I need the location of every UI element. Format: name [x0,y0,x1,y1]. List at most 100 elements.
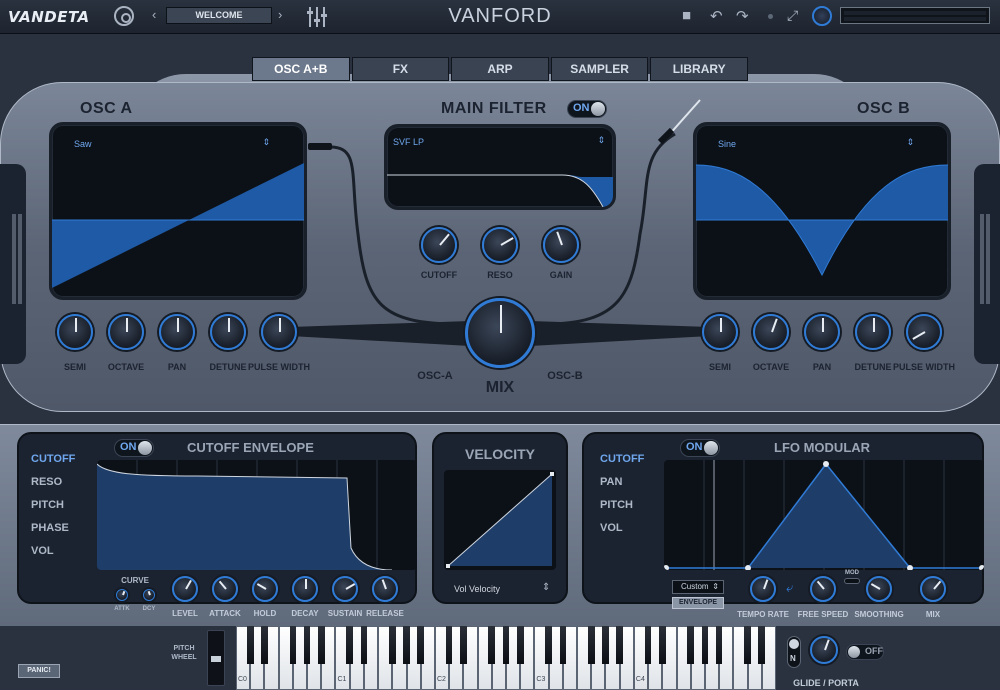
black-key[interactable] [403,626,410,664]
lfo-target-pitch[interactable]: PITCH [600,499,644,522]
mix-knob[interactable] [465,298,535,368]
black-key[interactable] [445,626,453,664]
black-key[interactable] [346,626,353,664]
black-key[interactable] [715,626,723,664]
black-key[interactable] [644,626,652,664]
octave-label: C4 [635,676,645,683]
envelope-toggle[interactable]: ON [114,439,154,457]
osc-b-octave-label: OCTAVE [752,362,790,372]
osc-b-semi-knob[interactable] [702,314,738,350]
mixer-icon[interactable] [307,7,327,27]
app-title: VANFORD [448,5,552,27]
env-target-cutoff[interactable]: CUTOFF [31,453,75,476]
osc-b-semi-label: SEMI [708,362,731,372]
osc-b-pulse-width-label: PULSE WIDTH [893,362,955,372]
velocity-select[interactable]: Vol Velocity [454,584,500,594]
osc-a-detune-knob[interactable] [210,314,246,350]
curve-attack-label: ATTK [114,606,130,612]
black-key[interactable] [417,626,425,664]
lfo-smoothing-knob[interactable] [866,576,892,602]
osc-a-octave-label: OCTAVE [107,362,145,372]
black-key[interactable] [389,626,396,664]
env-target-phase[interactable]: PHASE [31,522,75,545]
black-key[interactable] [246,626,254,664]
black-key[interactable] [317,626,325,664]
lfo-tempo-rate-knob[interactable] [750,576,776,602]
black-key[interactable] [744,626,751,664]
prev-preset-button[interactable]: ‹ [152,7,156,22]
env-release-knob[interactable] [372,576,398,602]
redo-icon[interactable]: ↷ [736,7,749,25]
file-icon[interactable]: ■ [682,7,691,24]
next-preset-button[interactable]: › [278,7,282,22]
env-decay-label: DECAY [291,609,319,618]
curve-attack-knob[interactable] [116,589,128,601]
osc-a-octave-knob[interactable] [108,314,144,350]
gear-icon[interactable] [114,6,134,26]
mono-poly-switch[interactable]: N [787,636,801,668]
osc-b-pan-knob[interactable] [804,314,840,350]
env-hold-knob[interactable] [252,576,278,602]
black-key[interactable] [659,626,666,664]
black-key[interactable] [758,626,766,664]
osc-a-pan-knob[interactable] [159,314,195,350]
black-key[interactable] [559,626,567,664]
undo-icon[interactable]: ↶ [710,7,723,25]
osc-a-pulse-width-knob[interactable] [261,314,297,350]
lfo-target-vol[interactable]: VOL [600,522,644,545]
cutoff-envelope-panel: CUTOFF RESO PITCH PHASE VOL ON CUTOFF EN… [17,432,417,618]
osc-b-detune-knob[interactable] [855,314,891,350]
black-key[interactable] [701,626,709,664]
black-key[interactable] [289,626,297,664]
env-level-knob[interactable] [172,576,198,602]
lfo-shape-chevron-icon: ⇕ [712,582,719,591]
osc-a-semi-knob[interactable] [57,314,93,350]
lfo-shape-select[interactable]: Custom ⇕ [672,580,724,594]
osc-b-pulse-width-knob[interactable] [906,314,942,350]
velocity-graph[interactable] [444,470,556,570]
lfo-toggle[interactable]: ON [680,439,720,457]
osc-b-octave-knob[interactable] [753,314,789,350]
panic-button[interactable]: PANIC! [18,664,60,678]
volume-knob[interactable] [812,6,832,26]
black-key[interactable] [616,626,623,664]
env-decay-knob[interactable] [292,576,318,602]
lfo-mod-toggle[interactable] [844,578,860,584]
lfo-smoothing-label: SMOOTHING [854,610,904,619]
black-key[interactable] [602,626,609,664]
lfo-envelope-button[interactable]: ENVELOPE [672,597,724,609]
env-target-vol[interactable]: VOL [31,545,75,568]
preset-navigator: ‹ WELCOME › [146,4,296,28]
black-key[interactable] [502,626,510,664]
lfo-target-pan[interactable]: PAN [600,476,644,499]
lfo-free-speed-knob[interactable] [810,576,836,602]
curve-decay-knob[interactable] [143,589,155,601]
glide-toggle[interactable]: OFF [846,644,884,660]
lfo-graph[interactable] [664,460,984,570]
top-bar: VANDETA ‹ WELCOME › VANFORD ■ ↶ ↷ ⤢ [0,0,1000,34]
lfo-target-cutoff[interactable]: CUTOFF [600,453,644,476]
black-key[interactable] [460,626,467,664]
black-key[interactable] [261,626,268,664]
black-key[interactable] [545,626,552,664]
piano-keyboard[interactable]: C0 C1 C2 C3 C4 [236,626,776,690]
envelope-graph[interactable] [97,460,417,570]
env-sustain-knob[interactable] [332,576,358,602]
lfo-mix-knob[interactable] [920,576,946,602]
tempo-sync-arrow-icon[interactable]: ⤶ [786,580,793,596]
black-key[interactable] [516,626,524,664]
env-target-reso[interactable]: RESO [31,476,75,499]
expand-icon[interactable]: ⤢ [787,7,798,24]
preset-name[interactable]: WELCOME [166,7,272,24]
env-attack-knob[interactable] [212,576,238,602]
velocity-select-chevron-icon[interactable]: ⇕ [542,582,550,593]
lfo-mod-label: MOD [845,570,859,576]
env-target-pitch[interactable]: PITCH [31,499,75,522]
pitch-wheel[interactable] [207,630,225,686]
black-key[interactable] [687,626,695,664]
black-key[interactable] [587,626,595,664]
black-key[interactable] [488,626,496,664]
black-key[interactable] [360,626,368,664]
black-key[interactable] [303,626,311,664]
glide-knob[interactable] [810,636,838,664]
